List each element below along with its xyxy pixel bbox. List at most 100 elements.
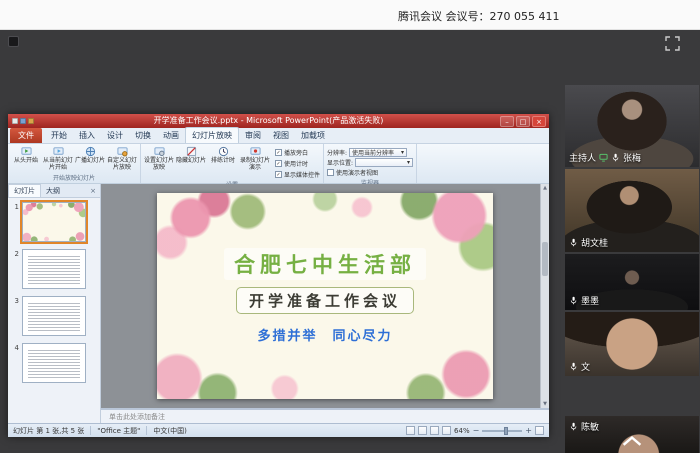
participant-label: 文 (569, 360, 590, 373)
zoom-slider[interactable] (482, 426, 523, 435)
minimize-button[interactable]: – (500, 115, 514, 127)
from-current-slide-button[interactable]: 从当前幻灯片开始 (43, 145, 73, 172)
rehearse-timings-button[interactable]: 排练计时 (208, 145, 238, 165)
thumbnail-image[interactable] (20, 200, 88, 244)
tab-file[interactable]: 文件 (10, 128, 42, 143)
button-label: 从头开始 (13, 157, 38, 164)
checkbox-label: 使用计时 (284, 161, 309, 168)
setup-slideshow-button[interactable]: 设置幻灯片放映 (144, 145, 174, 172)
scroll-up-icon[interactable]: ▲ (541, 185, 549, 191)
video-tile-momo[interactable]: 墨墨 (565, 254, 699, 310)
zoom-in-button[interactable]: + (525, 426, 532, 435)
ribbon-tabs: 文件 开始 插入 设计 切换 动画 幻灯片放映 审阅 视图 加载项 (8, 127, 549, 144)
thumbnail-image[interactable] (22, 343, 86, 383)
scroll-down-icon[interactable]: ▼ (541, 401, 549, 407)
video-tile-wen[interactable]: 文 (565, 312, 699, 376)
mic-icon (570, 422, 577, 431)
show-media-controls-checkbox[interactable]: ✓ 显示媒体控件 (275, 170, 320, 179)
slide-thumbnail[interactable]: 3 (10, 296, 98, 336)
tab-addins[interactable]: 加载项 (295, 128, 331, 143)
play-from-start-icon (20, 147, 32, 155)
presenter-view-checkbox[interactable]: 使用演示者视图 (327, 168, 413, 177)
thumbnail-image[interactable] (22, 296, 86, 336)
zoom-slider-thumb[interactable] (504, 426, 509, 435)
group-setup: 设置幻灯片放映 隐藏幻灯片 排练计时 录制幻灯片演示 ✓ 播放旁白 ✓ 使用计时… (141, 144, 325, 189)
button-label: 设置幻灯片放映 (144, 157, 175, 171)
tab-design[interactable]: 设计 (101, 128, 129, 143)
slide-title: 合肥七中生活部 (224, 248, 426, 280)
panel-close-icon[interactable]: × (86, 187, 100, 195)
language-indicator[interactable]: 中文(中国) (153, 426, 186, 436)
close-button[interactable]: × (532, 115, 546, 127)
undo-icon[interactable] (20, 118, 26, 124)
save-icon[interactable] (12, 118, 18, 124)
hide-slide-button[interactable]: 隐藏幻灯片 (176, 145, 206, 165)
meeting-topbar: 腾讯会议 会议号：270 055 411 (0, 0, 700, 30)
tab-slideshow[interactable]: 幻灯片放映 (185, 127, 239, 143)
scrollbar-thumb[interactable] (542, 242, 548, 276)
button-label: 从当前幻灯片开始 (43, 157, 74, 171)
mic-icon (570, 362, 577, 371)
participant-name: 墨墨 (581, 297, 600, 307)
custom-slideshow-button[interactable]: 自定义幻灯片放映 (107, 145, 137, 172)
slides-panel: 幻灯片 大纲 × 1 2 3 4 (8, 184, 101, 423)
meeting-title: 腾讯会议 会议号：270 055 411 (398, 10, 560, 23)
checkbox-icon: ✓ (275, 171, 282, 178)
normal-view-button[interactable] (406, 426, 416, 435)
slide-number: 3 (14, 297, 19, 305)
tab-transitions[interactable]: 切换 (129, 128, 157, 143)
video-tile-zhangmei[interactable]: 主持人 张梅 (565, 85, 699, 167)
thumbnail-text-lines (28, 348, 80, 380)
setup-slideshow-icon (153, 147, 165, 156)
tab-outline[interactable]: 大纲 (41, 185, 65, 197)
play-narration-checkbox[interactable]: ✓ 播放旁白 (275, 148, 320, 157)
editor-scrollbar[interactable]: ▲ ▼ (540, 184, 549, 408)
tab-review[interactable]: 审阅 (239, 128, 267, 143)
fullscreen-button[interactable] (665, 36, 680, 51)
slide-sorter-view-button[interactable] (418, 426, 428, 435)
button-label: 排练计时 (210, 157, 235, 164)
status-right: 64% − + (406, 426, 544, 435)
thumbnail-text-lines (28, 301, 80, 333)
chevron-down-icon: ▾ (401, 149, 405, 156)
slide-counter: 幻灯片 第 1 张,共 5 张 (13, 426, 85, 435)
maximize-button[interactable]: □ (516, 115, 530, 127)
slideshow-view-button[interactable] (442, 426, 452, 435)
current-slide[interactable]: 合肥七中生活部 开学准备工作会议 多措并举 同心尽力 (157, 193, 493, 399)
use-timings-checkbox[interactable]: ✓ 使用计时 (275, 159, 320, 168)
tab-insert[interactable]: 插入 (73, 128, 101, 143)
reading-view-button[interactable] (430, 426, 440, 435)
slide-thumbnail[interactable]: 2 (10, 249, 98, 289)
group-start-slideshow: 从头开始 从当前幻灯片开始 广播幻灯片 自定义幻灯片放映 开始放映幻灯片 (8, 144, 141, 183)
tab-slides[interactable]: 幻灯片 (8, 184, 41, 197)
record-slideshow-button[interactable]: 录制幻灯片演示 (240, 145, 270, 172)
slide-editor: 合肥七中生活部 开学准备工作会议 多措并举 同心尽力 ▲ ▼ 单击此处添加备注 (101, 184, 549, 423)
from-beginning-button[interactable]: 从头开始 (11, 145, 41, 165)
tab-animations[interactable]: 动画 (157, 128, 185, 143)
video-panel-spacer (565, 378, 699, 414)
slide-thumbnail[interactable]: 1 (10, 200, 98, 244)
tab-view[interactable]: 视图 (267, 128, 295, 143)
fit-to-window-button[interactable] (535, 426, 544, 435)
zoom-out-button[interactable]: − (473, 426, 480, 435)
slide-number: 1 (14, 203, 19, 211)
slide-thumbnail[interactable]: 4 (10, 343, 98, 383)
video-tile-chenmin[interactable]: 陈敏 (565, 416, 699, 453)
show-on-dropdown[interactable]: ▾ (355, 158, 414, 167)
redo-icon[interactable] (28, 118, 34, 124)
zoom-level[interactable]: 64% (454, 427, 470, 435)
screen-share-icon (599, 153, 608, 162)
thumbnail-list: 1 2 3 4 (8, 198, 100, 423)
participant-label: 胡文桂 (569, 236, 608, 249)
broadcast-slideshow-button[interactable]: 广播幻灯片 (75, 145, 105, 165)
resolution-dropdown[interactable]: 使用当前分辨率 ▾ (349, 148, 408, 157)
tab-home[interactable]: 开始 (45, 128, 73, 143)
button-label: 隐藏幻灯片 (176, 157, 207, 164)
checkbox-label: 显示媒体控件 (284, 172, 321, 179)
video-tile-huwengui[interactable]: 胡文桂 (565, 169, 699, 252)
chevron-up-icon (622, 435, 642, 446)
notes-pane[interactable]: 单击此处添加备注 (101, 408, 549, 423)
thumbnail-image[interactable] (22, 249, 86, 289)
collapse-video-panel-button[interactable] (620, 434, 644, 448)
fullscreen-icon (665, 36, 680, 51)
